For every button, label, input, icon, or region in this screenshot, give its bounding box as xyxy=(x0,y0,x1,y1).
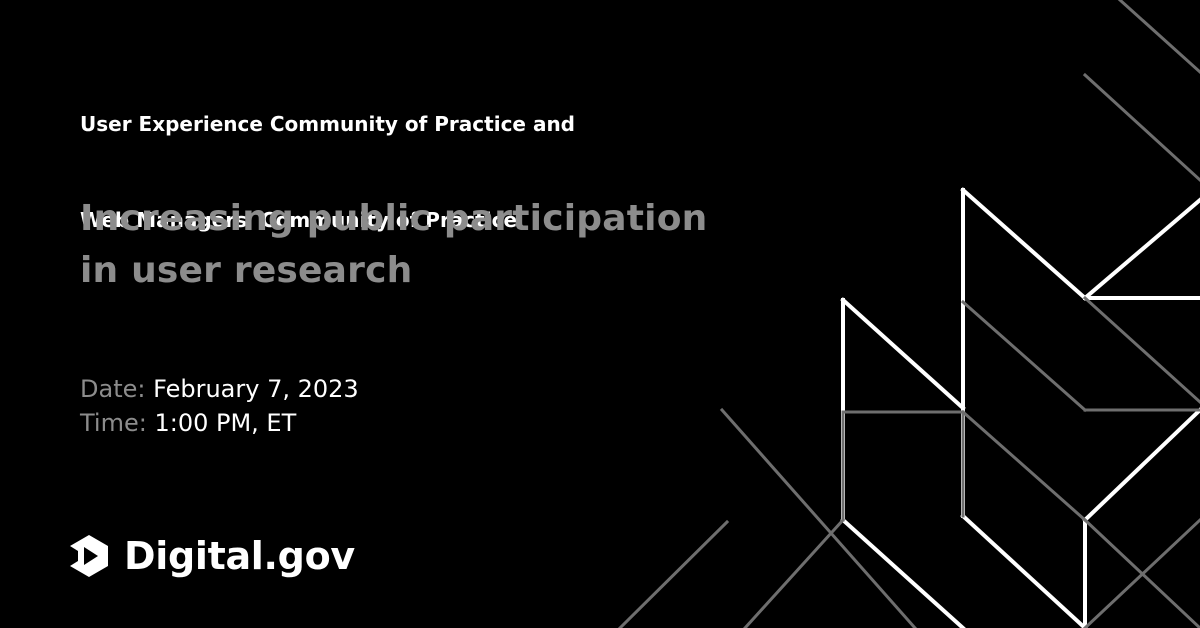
date-label: Date: xyxy=(80,375,146,403)
community-line-1: User Experience Community of Practice an… xyxy=(80,112,575,136)
digital-gov-logo: Digital.gov xyxy=(66,532,355,580)
event-date: Date: February 7, 2023 xyxy=(80,372,359,406)
event-card: User Experience Community of Practice an… xyxy=(0,0,1200,628)
headline-line-2: in user research xyxy=(80,250,413,291)
date-value: February 7, 2023 xyxy=(153,375,359,403)
event-time: Time: 1:00 PM, ET xyxy=(80,406,359,440)
brand-name: Digital.gov xyxy=(124,534,355,578)
event-headline: Increasing public participation in user … xyxy=(80,193,800,297)
time-label: Time: xyxy=(80,409,147,437)
event-details: Date: February 7, 2023 Time: 1:00 PM, ET xyxy=(80,372,359,440)
headline-line-1: Increasing public participation xyxy=(80,198,708,239)
digital-gov-logo-icon xyxy=(70,535,108,577)
time-value: 1:00 PM, ET xyxy=(154,409,297,437)
